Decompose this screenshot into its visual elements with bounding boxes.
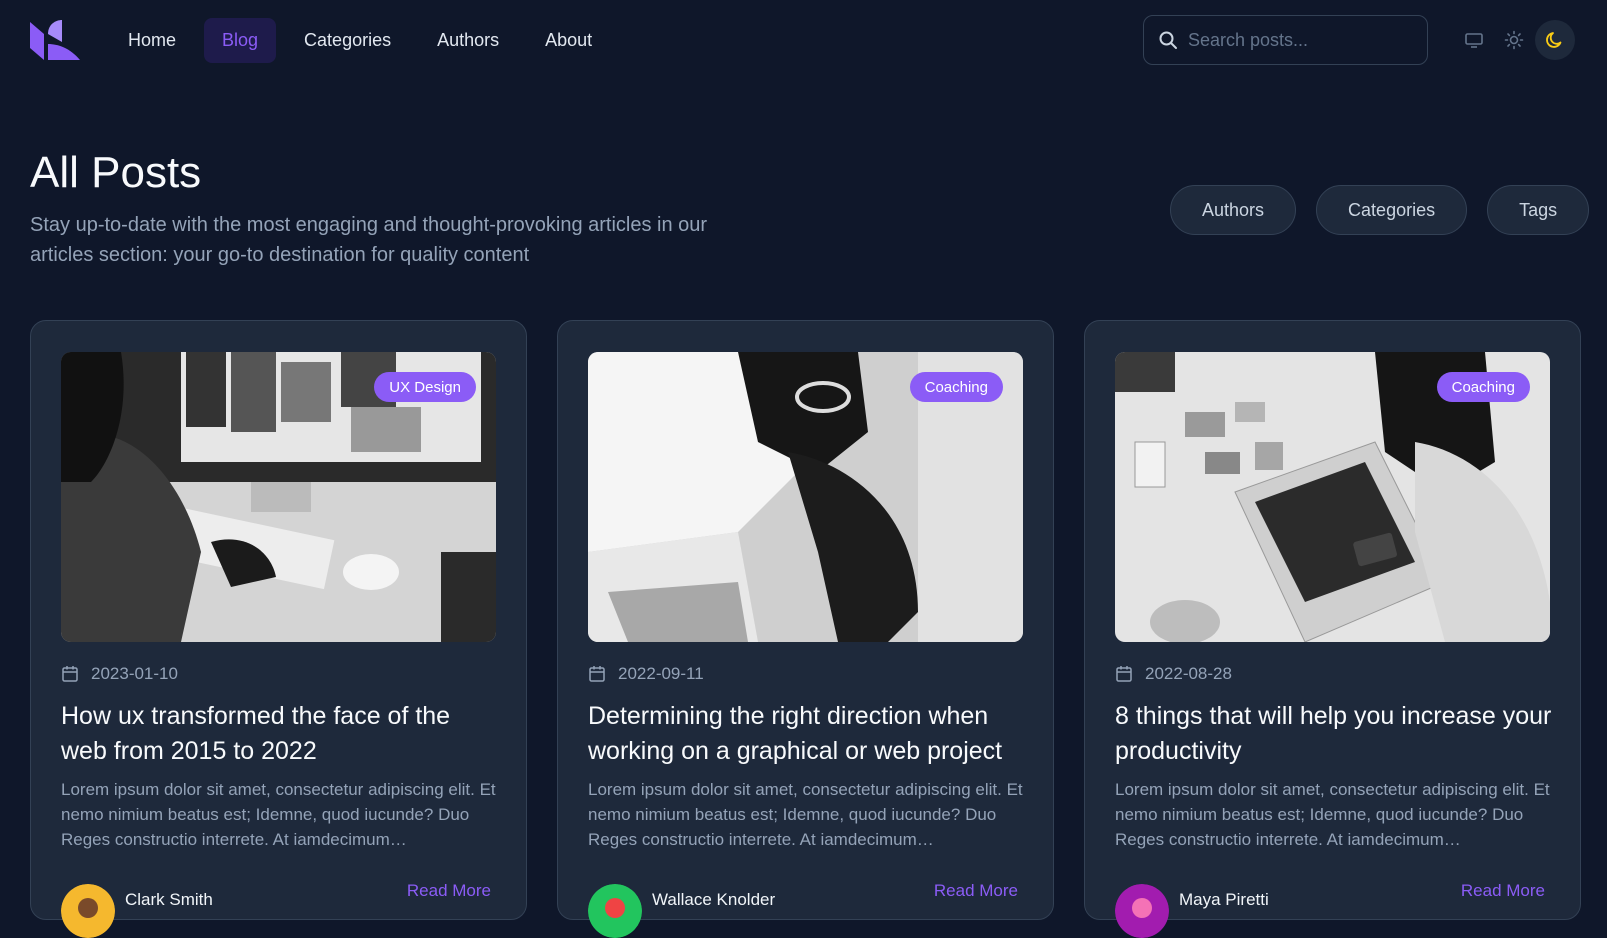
calendar-icon (589, 666, 605, 682)
light-theme-button[interactable] (1494, 20, 1534, 60)
page-title: All Posts (30, 148, 202, 197)
post-date: 2022-08-28 (1115, 664, 1232, 684)
search-input[interactable] (1188, 29, 1418, 51)
dark-theme-button[interactable] (1535, 20, 1575, 60)
post-excerpt: Lorem ipsum dolor sit amet, consectetur … (588, 780, 1023, 849)
avatar (588, 884, 642, 938)
category-badge[interactable]: Coaching (1436, 372, 1530, 402)
post-image[interactable]: Coaching (588, 352, 1023, 642)
avatar (1115, 884, 1169, 938)
search-icon (1159, 31, 1177, 49)
main-nav: Home Blog Categories Authors About (110, 18, 610, 63)
posts-grid: UX Design 2023-01-10 How ux transformed … (30, 320, 1581, 938)
sun-icon (1504, 30, 1524, 50)
filter-tags-button[interactable]: Tags (1487, 185, 1590, 235)
search-box (1143, 15, 1428, 65)
post-image[interactable]: UX Design (61, 352, 496, 642)
post-date-text: 2022-09-11 (618, 664, 704, 683)
post-date: 2023-01-10 (61, 664, 178, 684)
post-image[interactable]: Coaching (1115, 352, 1550, 642)
post-excerpt: Lorem ipsum dolor sit amet, consectetur … (61, 780, 496, 849)
read-more-link[interactable]: Read More (1461, 881, 1545, 901)
nav-home[interactable]: Home (110, 18, 194, 63)
read-more-link[interactable]: Read More (407, 881, 491, 901)
post-date-text: 2022-08-28 (1145, 664, 1232, 683)
filter-categories-button[interactable]: Categories (1316, 185, 1468, 235)
system-theme-button[interactable] (1454, 20, 1494, 60)
page-description: Stay up-to-date with the most engaging a… (30, 214, 708, 266)
top-navbar: Home Blog Categories Authors About (0, 0, 1607, 80)
read-more-link[interactable]: Read More (934, 881, 1018, 901)
moon-icon (1546, 32, 1562, 48)
filter-authors-button[interactable]: Authors (1170, 185, 1297, 235)
nav-about[interactable]: About (527, 18, 610, 63)
post-card[interactable]: Coaching 2022-08-28 8 things that will h… (1084, 320, 1581, 938)
post-title[interactable]: Determining the right direction when wor… (588, 699, 1028, 769)
brand-logo[interactable] (30, 20, 80, 60)
category-badge[interactable]: UX Design (374, 372, 476, 402)
post-author[interactable]: Clark Smith (61, 874, 213, 938)
calendar-icon (62, 666, 78, 682)
post-title[interactable]: 8 things that will help you increase you… (1115, 699, 1555, 769)
post-title[interactable]: How ux transformed the face of the web f… (61, 699, 501, 769)
nav-authors[interactable]: Authors (419, 18, 517, 63)
post-date: 2022-09-11 (588, 664, 704, 684)
post-card[interactable]: UX Design 2023-01-10 How ux transformed … (30, 320, 527, 938)
author-name: Clark Smith (125, 890, 213, 909)
nav-categories[interactable]: Categories (286, 18, 409, 63)
calendar-icon (1116, 666, 1132, 682)
author-name: Wallace Knolder (652, 890, 776, 909)
monitor-icon (1465, 33, 1483, 48)
category-badge[interactable]: Coaching (909, 372, 1003, 402)
post-excerpt: Lorem ipsum dolor sit amet, consectetur … (1115, 780, 1550, 849)
post-author[interactable]: Maya Piretti (1115, 874, 1269, 938)
post-date-text: 2023-01-10 (91, 664, 178, 683)
author-name: Maya Piretti (1179, 890, 1269, 909)
filter-group: Authors Categories Tags (1170, 185, 1590, 235)
avatar (61, 884, 115, 938)
post-card[interactable]: Coaching 2022-09-11 Determining the righ… (557, 320, 1054, 938)
post-author[interactable]: Wallace Knolder (588, 874, 775, 938)
nav-blog[interactable]: Blog (204, 18, 277, 63)
